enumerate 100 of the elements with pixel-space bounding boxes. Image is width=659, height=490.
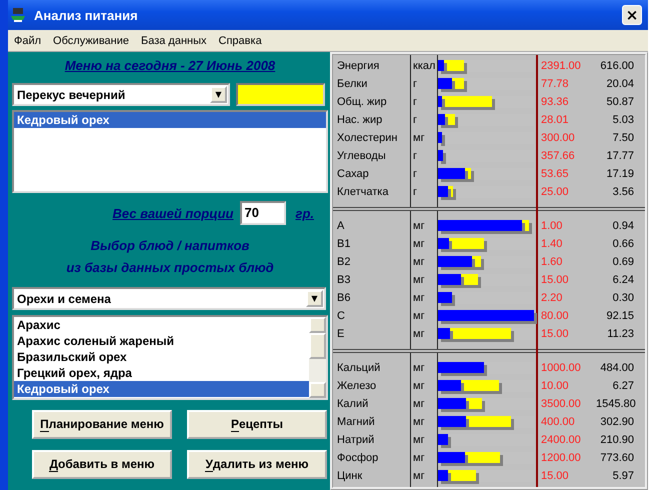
- unit-text: мг: [412, 238, 426, 250]
- list-item[interactable]: Кедровый орех: [14, 381, 309, 397]
- nutrient-name: B2: [336, 256, 352, 268]
- list-item[interactable]: Арахис соленый жареный: [14, 333, 309, 349]
- unit-text: мг: [412, 274, 426, 286]
- amount-value: 210.90: [599, 434, 634, 446]
- nutrient-name: Калий: [336, 398, 370, 410]
- amount-value: 1545.80: [596, 398, 634, 410]
- unit-text: мг: [412, 220, 426, 232]
- norm-value: 25.00: [540, 186, 570, 198]
- nutrient-name: Сахар: [336, 168, 370, 180]
- scrollbar[interactable]: [309, 317, 326, 398]
- unit-text: мг: [412, 452, 426, 464]
- nutrient-name: Натрий: [336, 434, 376, 446]
- amount-value: 0.30: [612, 292, 634, 304]
- nutrient-name: Кальций: [336, 362, 382, 374]
- amount-value: 773.60: [599, 452, 634, 464]
- nutrient-name: Железо: [336, 380, 378, 392]
- action-button[interactable]: Планирование меню: [32, 410, 172, 439]
- list-item[interactable]: Бразильский орех: [14, 349, 309, 365]
- action-button[interactable]: Добавить в меню: [32, 450, 172, 479]
- norm-value: 77.78: [540, 78, 570, 90]
- unit-text: г: [412, 96, 418, 108]
- unit-text: ккал: [412, 60, 436, 72]
- unit-text: г: [412, 78, 418, 90]
- database-heading: Выбор блюд / напитков из базы данных простых блюд: [66, 237, 274, 277]
- unit-text: мг: [412, 470, 426, 482]
- amount-value: 6.27: [612, 380, 634, 392]
- unit-text: г: [412, 186, 418, 198]
- unit-text: мг: [412, 416, 426, 428]
- unit-text: мг: [412, 398, 426, 410]
- unit-text: мг: [412, 292, 426, 304]
- list-item[interactable]: Кедровый орех: [14, 112, 326, 128]
- norm-value: 357.66: [540, 150, 576, 162]
- norm-value: 1.60: [540, 256, 564, 268]
- amount-value: 5.97: [612, 470, 634, 482]
- amount-value: 92.15: [605, 310, 634, 322]
- unit-text: мг: [412, 434, 426, 446]
- amount-value: 0.94: [612, 220, 634, 232]
- amount-value: 484.00: [599, 362, 634, 374]
- nutrient-name: Белки: [336, 78, 368, 90]
- amount-value: 50.87: [605, 96, 634, 108]
- nutrient-name: A: [336, 220, 346, 232]
- norm-value: 15.00: [540, 328, 570, 340]
- nutrient-name: Энергия: [336, 60, 380, 72]
- portion-label: Вес вашей порции: [112, 206, 234, 220]
- norm-value: 3500.00: [540, 398, 582, 410]
- action-button[interactable]: Рецепты: [187, 410, 327, 439]
- unit-text: мг: [412, 132, 426, 144]
- nutrient-name: C: [336, 310, 346, 322]
- norm-value: 2400.00: [540, 434, 582, 446]
- norm-value: 15.00: [540, 470, 570, 482]
- unit-text: мг: [412, 310, 426, 322]
- norm-value: 93.36: [540, 96, 570, 108]
- amount-value: 17.77: [605, 150, 634, 162]
- norm-value: 2.20: [540, 292, 564, 304]
- portion-field[interactable]: 70: [240, 201, 286, 225]
- meal-dropdown[interactable]: Перекус вечерний ▼: [12, 83, 230, 106]
- amount-value: 616.00: [599, 60, 634, 72]
- unit-text: г: [412, 114, 418, 126]
- norm-value: 300.00: [540, 132, 576, 144]
- menu-item[interactable]: Обслуживание: [47, 34, 135, 46]
- nutrient-name: Клетчатка: [336, 186, 390, 198]
- nutrient-name: B6: [336, 292, 352, 304]
- nutrient-name: E: [336, 328, 346, 340]
- nutrient-name: Фосфор: [336, 452, 380, 464]
- menu-item[interactable]: Файл: [8, 34, 48, 46]
- norm-value: 10.00: [540, 380, 570, 392]
- unit-text: мг: [412, 328, 426, 340]
- list-item[interactable]: Грецкий орех, ядра: [14, 365, 309, 381]
- unit-text: мг: [412, 256, 426, 268]
- action-button[interactable]: Удалить из меню: [187, 450, 327, 479]
- norm-value: 1.00: [540, 220, 564, 232]
- amount-value: 20.04: [605, 78, 634, 90]
- unit-text: мг: [412, 362, 426, 374]
- window-title: Анализ питания: [34, 8, 139, 22]
- norm-value: 80.00: [540, 310, 570, 322]
- amount-value: 11.23: [606, 328, 634, 340]
- amount-value: 6.24: [612, 274, 634, 286]
- norm-value: 1200.00: [540, 452, 582, 464]
- norm-value: 2391.00: [540, 60, 582, 72]
- unit-text: г: [412, 168, 418, 180]
- nutrient-name: B1: [336, 238, 352, 250]
- category-dropdown[interactable]: Орехи и семена ▼: [12, 287, 326, 310]
- close-button[interactable]: ×: [622, 5, 642, 25]
- bowl-icon: [10, 7, 26, 23]
- amount-value: 17.19: [605, 168, 634, 180]
- amount-value: 7.50: [612, 132, 634, 144]
- menu-item[interactable]: Справка: [212, 34, 268, 46]
- amount-value: 0.66: [612, 238, 634, 250]
- norm-value: 400.00: [540, 416, 576, 428]
- unit-text: г: [412, 150, 418, 162]
- list-item[interactable]: Арахис: [14, 317, 309, 333]
- unit-label: гр.: [296, 206, 314, 220]
- norm-value: 15.00: [540, 274, 570, 286]
- nutrient-name: B3: [336, 274, 352, 286]
- menu-item[interactable]: База данных: [135, 34, 213, 46]
- amount-value: 5.03: [612, 114, 634, 126]
- amount-value: 0.69: [612, 256, 634, 268]
- amount-value: 3.56: [612, 186, 634, 198]
